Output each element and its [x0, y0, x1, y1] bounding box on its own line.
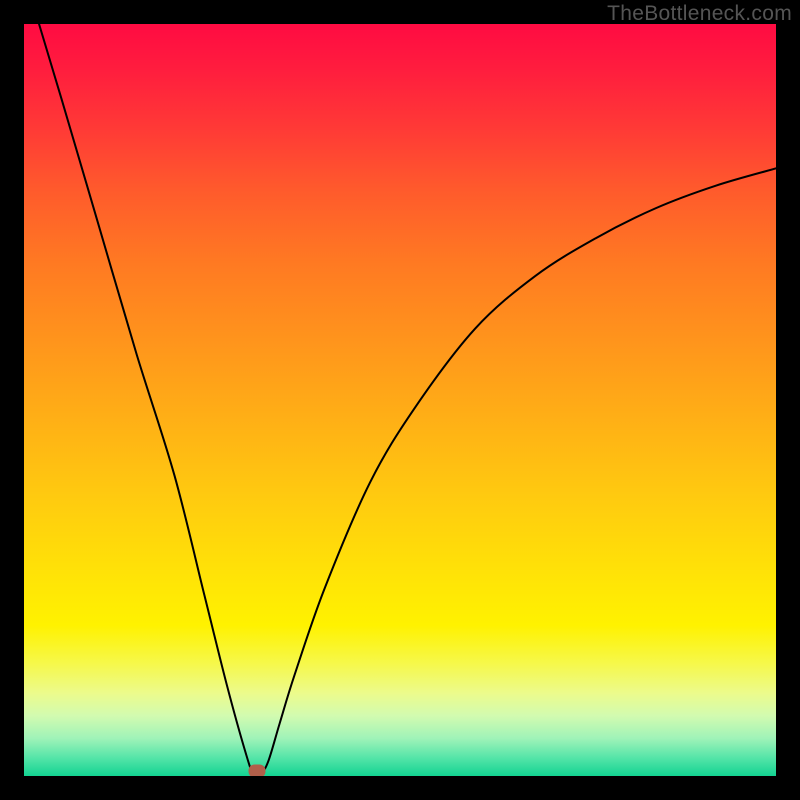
curve-svg [24, 24, 776, 776]
optimum-marker [249, 765, 266, 776]
bottleneck-curve [39, 24, 776, 776]
chart-frame: TheBottleneck.com [0, 0, 800, 800]
plot-area [24, 24, 776, 776]
watermark-text: TheBottleneck.com [607, 2, 792, 26]
